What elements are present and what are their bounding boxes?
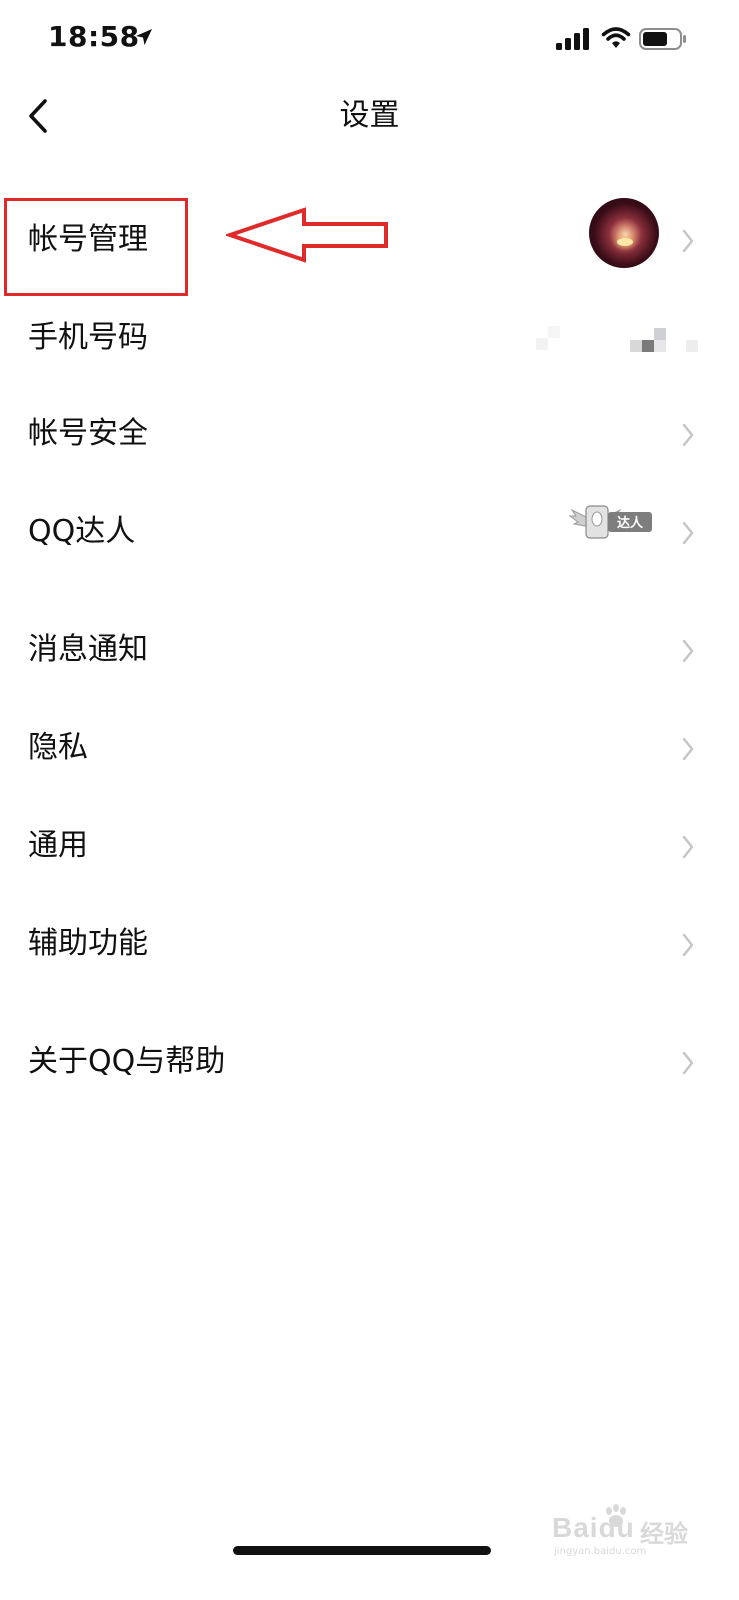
row-phone-number[interactable]: 手机号码 xyxy=(0,292,739,388)
row-label: 帐号安全 xyxy=(28,416,148,451)
row-label: QQ达人 xyxy=(28,514,136,549)
chevron-right-icon xyxy=(682,423,694,447)
row-label: 手机号码 xyxy=(28,320,148,355)
row-qq-master[interactable]: QQ达人 达人 xyxy=(0,486,739,582)
row-notifications[interactable]: 消息通知 xyxy=(0,604,739,700)
row-general[interactable]: 通用 xyxy=(0,800,739,896)
row-about-help[interactable]: 关于QQ与帮助 xyxy=(0,1016,739,1112)
row-label: 辅助功能 xyxy=(28,926,148,961)
avatar xyxy=(589,198,659,268)
watermark-brand-cn: 经验 xyxy=(640,1520,688,1548)
chevron-right-icon xyxy=(682,1051,694,1075)
page-title: 设置 xyxy=(339,98,400,133)
location-arrow-icon xyxy=(136,29,152,45)
chevron-right-icon xyxy=(682,933,694,957)
status-time: 18:58 xyxy=(48,20,140,53)
cellular-signal-icon xyxy=(556,28,589,50)
battery-icon xyxy=(639,28,686,50)
nav-bar: 设置 xyxy=(0,84,739,148)
status-bar: 18:58 xyxy=(0,0,739,80)
chevron-right-icon xyxy=(682,521,694,545)
row-label: 隐私 xyxy=(28,730,88,765)
avatar-candle-glow xyxy=(617,238,633,246)
chevron-right-icon xyxy=(682,737,694,761)
chevron-right-icon xyxy=(682,229,694,253)
home-indicator[interactable] xyxy=(233,1546,491,1555)
annotation-arrow-icon xyxy=(226,207,388,263)
wifi-icon xyxy=(601,27,631,48)
row-account-security[interactable]: 帐号安全 xyxy=(0,388,739,484)
highlight-box xyxy=(4,198,188,296)
baidu-watermark: Baidu 经验 jingyan.baidu.com xyxy=(552,1504,702,1558)
row-accessibility[interactable]: 辅助功能 xyxy=(0,898,739,994)
baidu-paw-icon xyxy=(606,1504,626,1527)
row-label: 通用 xyxy=(28,828,88,863)
chevron-right-icon xyxy=(682,835,694,859)
watermark-site: jingyan.baidu.com xyxy=(554,1546,647,1557)
blurred-phone-mosaic xyxy=(536,326,698,352)
row-label: 关于QQ与帮助 xyxy=(28,1044,226,1079)
row-privacy[interactable]: 隐私 xyxy=(0,702,739,798)
chevron-right-icon xyxy=(682,639,694,663)
qq-master-badge-icon: 达人 xyxy=(568,505,652,539)
qq-master-badge-text: 达人 xyxy=(617,515,644,531)
row-label: 消息通知 xyxy=(28,632,148,667)
